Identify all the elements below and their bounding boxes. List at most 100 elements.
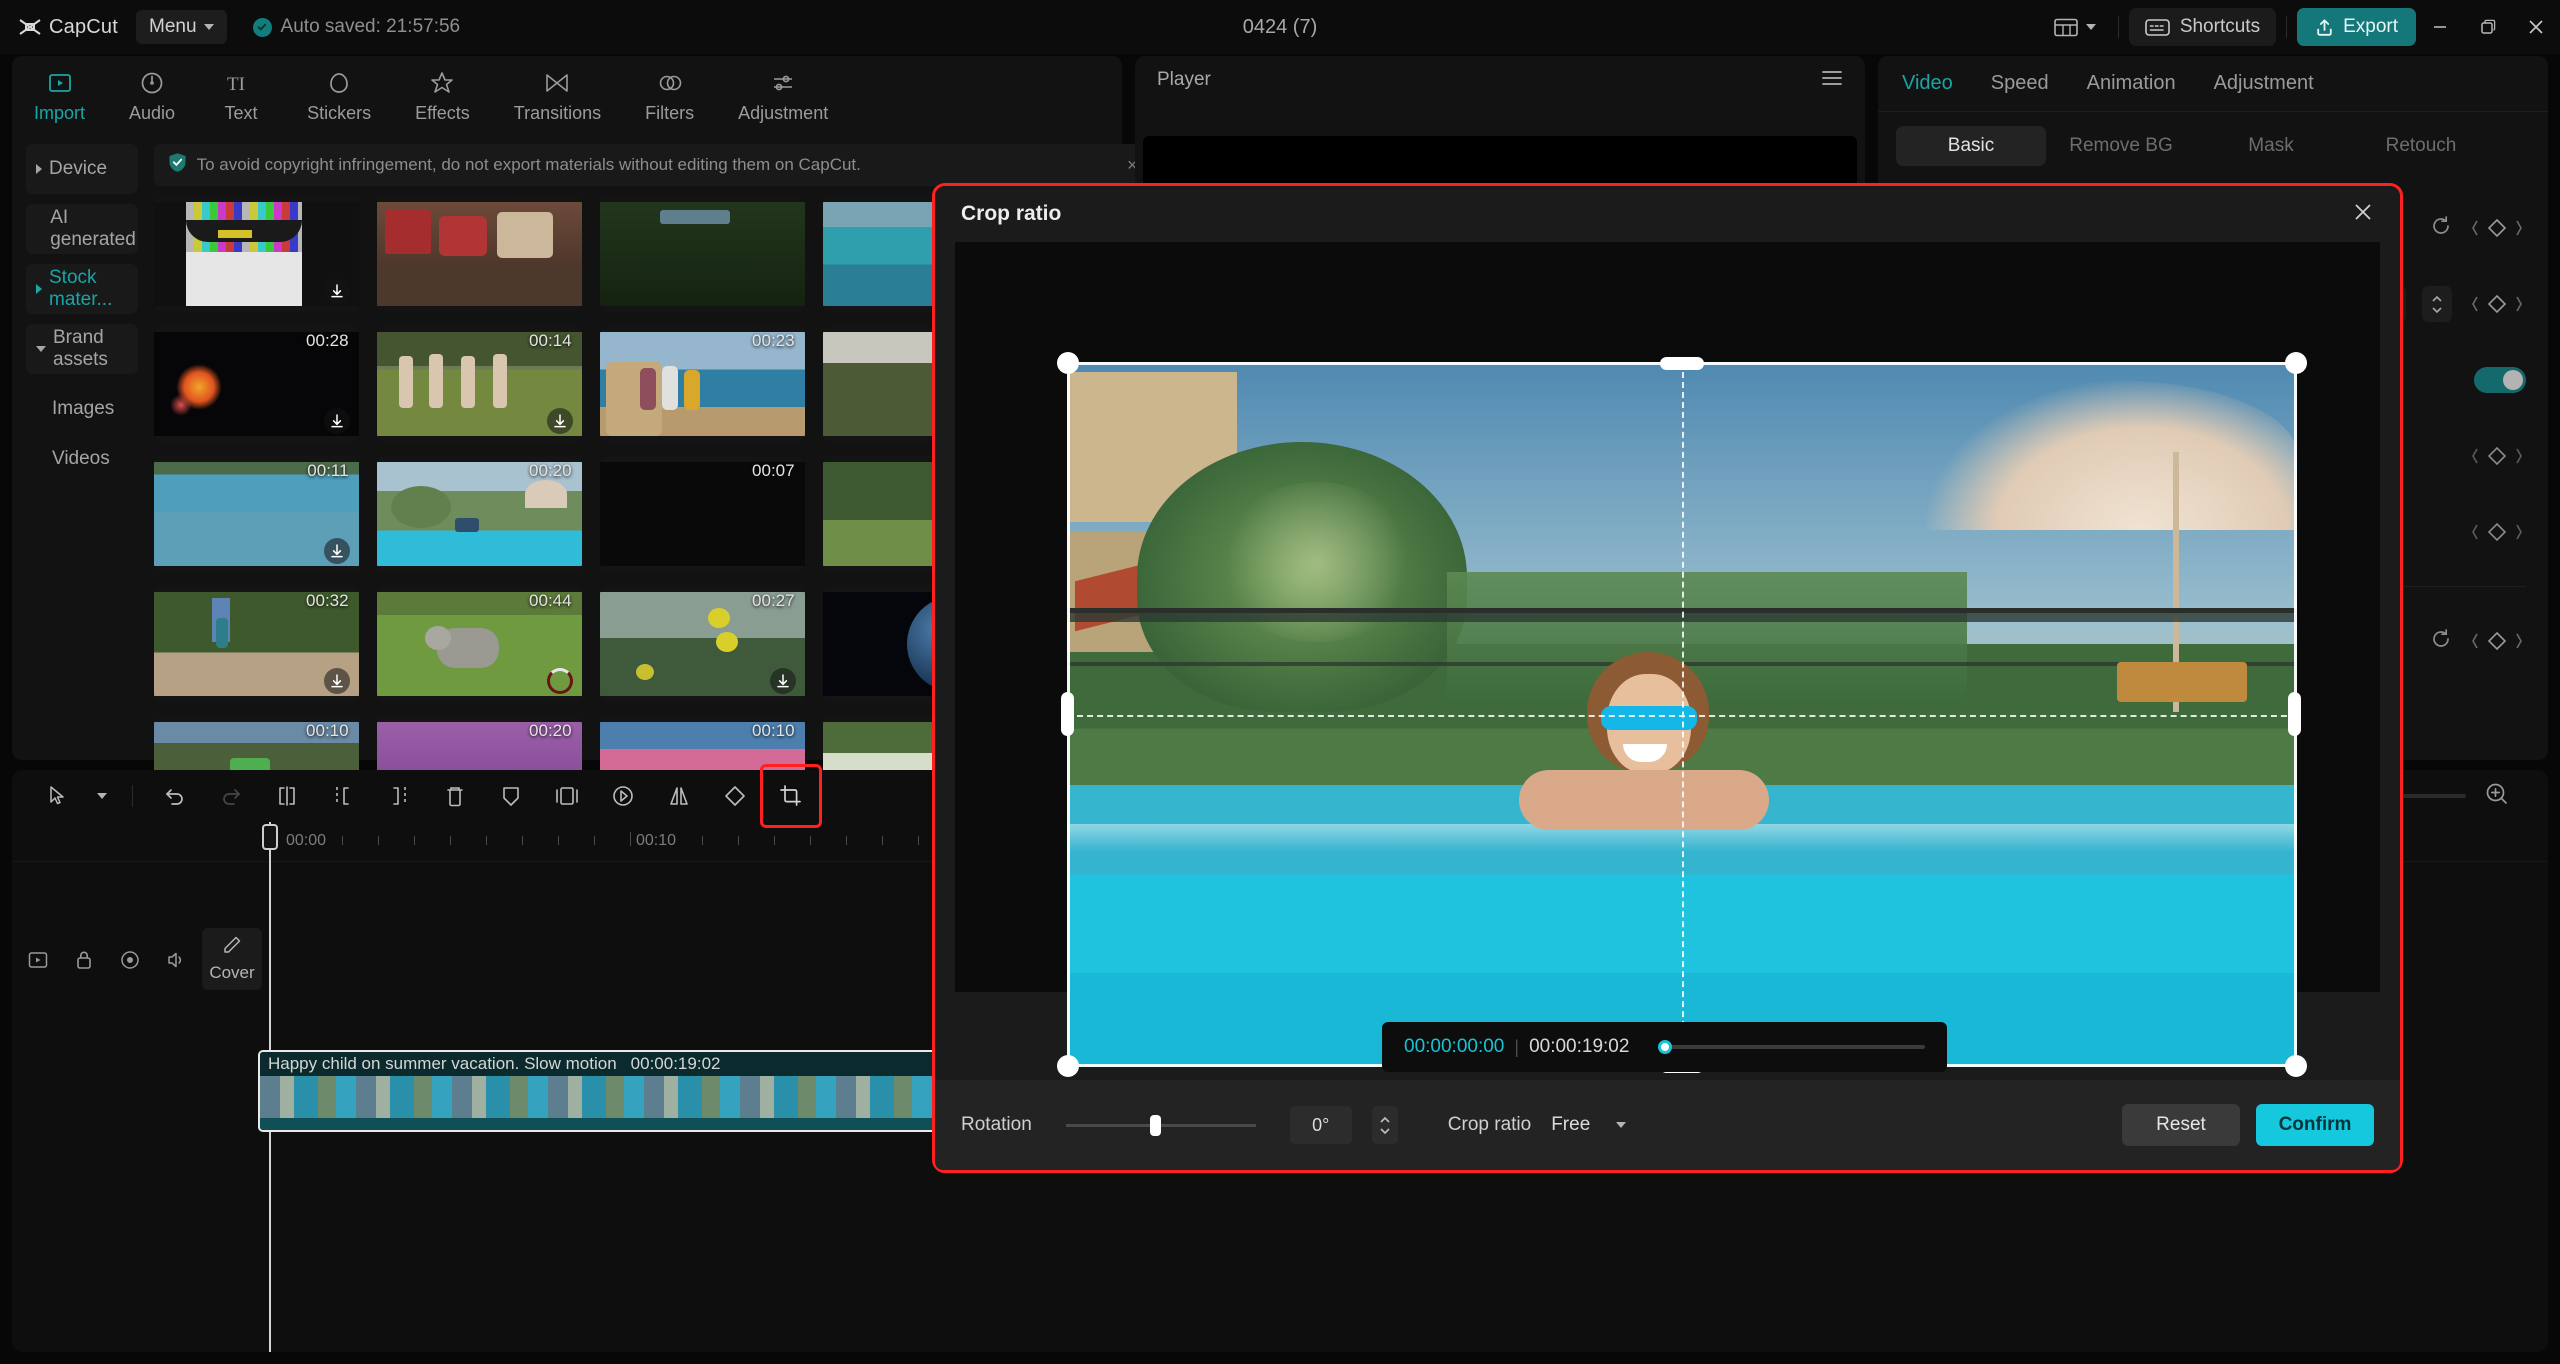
keyframe-diamond-icon[interactable] — [2468, 520, 2526, 544]
media-item[interactable] — [376, 196, 582, 312]
rotation-value-field[interactable]: 0° — [1289, 1106, 1352, 1144]
download-icon[interactable] — [323, 538, 350, 564]
cover-button[interactable]: Cover — [202, 928, 262, 990]
keyframe-diamond-icon[interactable] — [2468, 444, 2526, 468]
crop-handle-bottom-left[interactable] — [1057, 1055, 1079, 1077]
menu-button[interactable]: Menu — [136, 10, 227, 44]
crop-handle-top-center[interactable] — [1660, 357, 1704, 370]
function-tab-stickers[interactable]: Stickers — [307, 68, 371, 124]
function-tab-adjustment[interactable]: Adjustment — [738, 68, 828, 124]
media-item[interactable] — [599, 196, 805, 312]
lock-icon[interactable] — [72, 948, 96, 972]
close-icon[interactable] — [2352, 201, 2374, 228]
hamburger-icon[interactable] — [1821, 69, 1843, 92]
reverse-button[interactable] — [595, 770, 651, 822]
function-tab-filters[interactable]: Filters — [645, 68, 694, 124]
download-icon[interactable] — [769, 668, 796, 694]
maximize-button[interactable] — [2464, 0, 2512, 54]
sidebar-item-stock-materials[interactable]: Stock mater... — [26, 264, 138, 314]
sidebar-item-ai-generated[interactable]: AI generated — [26, 204, 138, 254]
tab-video[interactable]: Video — [1902, 72, 1953, 111]
export-button[interactable]: Export — [2297, 8, 2416, 46]
keyframe-diamond-icon[interactable] — [2468, 629, 2526, 653]
crop-handle-left-middle[interactable] — [1061, 692, 1074, 736]
download-icon[interactable] — [323, 408, 350, 434]
crop-handle-top-right[interactable] — [2285, 352, 2307, 374]
media-item[interactable]: 00:27 — [599, 586, 805, 702]
select-tool-button[interactable] — [30, 770, 86, 822]
scale-stepper[interactable] — [2422, 286, 2452, 322]
thumbnail-icon[interactable] — [26, 948, 50, 972]
download-icon[interactable] — [323, 668, 350, 694]
speaker-icon[interactable] — [164, 948, 188, 972]
media-item[interactable]: 00:11 — [153, 456, 359, 572]
confirm-button[interactable]: Confirm — [2256, 1104, 2374, 1146]
subtab-basic[interactable]: Basic — [1896, 126, 2046, 166]
eye-icon[interactable] — [118, 948, 142, 972]
keyframe-diamond-icon[interactable] — [2468, 216, 2526, 240]
download-icon[interactable] — [546, 408, 573, 434]
chevron-right-icon — [36, 164, 42, 174]
media-item[interactable]: 00:20 — [376, 456, 582, 572]
sidebar-subitem-images[interactable]: Images — [26, 384, 138, 434]
crop-preview-image[interactable] — [1067, 362, 2297, 1067]
minimize-button[interactable] — [2416, 0, 2464, 54]
split-button[interactable] — [259, 770, 315, 822]
freeze-button[interactable] — [539, 770, 595, 822]
reset-icon[interactable] — [2430, 215, 2452, 242]
playhead-grip[interactable] — [262, 824, 278, 850]
tab-adjustment[interactable]: Adjustment — [2214, 72, 2314, 111]
reset-icon[interactable] — [2430, 628, 2452, 655]
keyframe-diamond-icon[interactable] — [2468, 292, 2526, 316]
timeline-clip[interactable]: Happy child on summer vacation. Slow mot… — [258, 1050, 943, 1132]
subtab-remove-bg[interactable]: Remove BG — [2046, 126, 2196, 166]
sidebar-item-device[interactable]: Device — [26, 144, 138, 194]
mirror-button[interactable] — [651, 770, 707, 822]
media-item[interactable] — [153, 196, 359, 312]
function-tab-effects[interactable]: Effects — [415, 68, 470, 124]
select-tool-dropdown[interactable] — [86, 770, 118, 822]
tab-animation[interactable]: Animation — [2087, 72, 2176, 111]
download-icon[interactable] — [323, 278, 350, 304]
reset-button[interactable]: Reset — [2122, 1104, 2240, 1146]
rotation-knob[interactable] — [1149, 1114, 1161, 1136]
crop-seek-slider[interactable] — [1658, 1040, 1925, 1054]
zoom-in-icon[interactable] — [2484, 781, 2510, 812]
redo-button[interactable] — [203, 770, 259, 822]
function-tab-audio[interactable]: Audio — [129, 68, 175, 124]
function-tab-transitions[interactable]: Transitions — [514, 68, 601, 124]
tab-speed[interactable]: Speed — [1991, 72, 2049, 111]
crop-preview-stage[interactable] — [955, 242, 2380, 1077]
subtab-retouch[interactable]: Retouch — [2346, 126, 2496, 166]
media-item[interactable]: 00:07 — [599, 456, 805, 572]
sidebar-subitem-videos[interactable]: Videos — [26, 434, 138, 484]
seek-knob[interactable] — [1658, 1040, 1673, 1054]
media-item[interactable]: 00:32 — [153, 586, 359, 702]
shortcuts-button[interactable]: Shortcuts — [2128, 8, 2277, 46]
function-tab-import[interactable]: Import — [34, 68, 85, 124]
rotation-slider[interactable] — [1065, 1114, 1256, 1136]
rotate-button[interactable] — [707, 770, 763, 822]
media-item[interactable]: 00:14 — [376, 326, 582, 442]
delete-button[interactable] — [427, 770, 483, 822]
media-item[interactable]: 00:44 — [376, 586, 582, 702]
subtab-mask[interactable]: Mask — [2196, 126, 2346, 166]
close-button[interactable] — [2512, 0, 2560, 54]
crop-handle-top-left[interactable] — [1057, 352, 1079, 374]
crop-handle-right-middle[interactable] — [2288, 692, 2301, 736]
media-item[interactable]: 00:23 — [599, 326, 805, 442]
crop-guide-horizontal — [1067, 714, 2297, 717]
trim-right-button[interactable] — [371, 770, 427, 822]
media-item[interactable]: 00:28 — [153, 326, 359, 442]
trim-left-button[interactable] — [315, 770, 371, 822]
crop-handle-bottom-right[interactable] — [2285, 1055, 2307, 1077]
sidebar-item-brand-assets[interactable]: Brand assets — [26, 324, 138, 374]
rotation-stepper[interactable] — [1371, 1106, 1398, 1144]
undo-button[interactable] — [147, 770, 203, 822]
crop-ratio-select[interactable]: Free — [1551, 1114, 1627, 1136]
layout-button[interactable] — [2042, 10, 2108, 44]
crop-button[interactable] — [760, 764, 822, 828]
property-toggle[interactable] — [2474, 367, 2526, 393]
marker-button[interactable] — [483, 770, 539, 822]
function-tab-text[interactable]: TI Text — [219, 68, 263, 124]
